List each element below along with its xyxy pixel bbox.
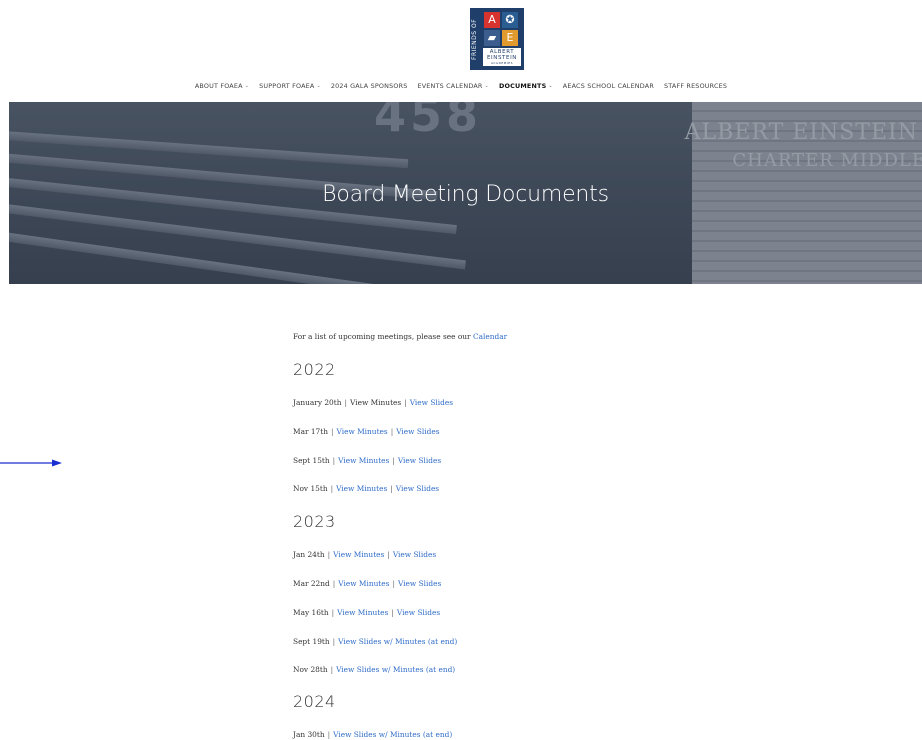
logo-letter-a: A bbox=[484, 12, 500, 28]
nav-label: AEACS SCHOOL CALENDAR bbox=[562, 82, 655, 90]
year-heading-2024: 2024 bbox=[293, 692, 336, 711]
separator: | bbox=[331, 608, 335, 617]
meeting-row: Mar 22nd | View Minutes | View Slides bbox=[293, 579, 441, 588]
separator: | bbox=[332, 579, 336, 588]
meeting-date: Mar 17th bbox=[293, 427, 328, 436]
separator: | bbox=[332, 456, 336, 465]
nav-label: STAFF RESOURCES bbox=[664, 82, 728, 90]
view-slides-link[interactable]: View Slides bbox=[410, 398, 453, 407]
view-slides-link[interactable]: View Slides bbox=[396, 484, 439, 493]
meeting-row: Jan 30th | View Slides w/ Minutes (at end) bbox=[293, 730, 452, 739]
view-minutes-link[interactable]: View Minutes bbox=[337, 608, 388, 617]
view-slides-link[interactable]: View Slides bbox=[393, 550, 436, 559]
main-nav: ABOUT FOAEA ⌄ SUPPORT FOAEA ⌄ 2024 GALA SP… bbox=[0, 80, 922, 92]
logo-book-icon: ▰ bbox=[484, 30, 500, 46]
nav-label: EVENTS CALENDAR bbox=[417, 82, 483, 90]
meeting-row: Nov 15th | View Minutes | View Slides bbox=[293, 484, 439, 493]
meeting-row: Sept 19th | View Slides w/ Minutes (at end… bbox=[293, 637, 457, 646]
separator: | bbox=[344, 398, 348, 407]
meeting-row: May 16th | View Minutes | View Slides bbox=[293, 608, 440, 617]
arrow-right-icon bbox=[0, 459, 62, 467]
view-slides-link[interactable]: View Slides bbox=[397, 608, 440, 617]
nav-item-staff-resources[interactable]: STAFF RESOURCES bbox=[659, 80, 732, 92]
meeting-row: Nov 28th | View Slides w/ Minutes (at end) bbox=[293, 665, 455, 674]
meeting-date: Jan 24th bbox=[293, 550, 325, 559]
separator: | bbox=[332, 637, 336, 646]
meeting-date: Mar 22nd bbox=[293, 579, 330, 588]
view-slides-link[interactable]: View Slides bbox=[398, 456, 441, 465]
view-slides-with-minutes-link[interactable]: View Slides w/ Minutes (at end) bbox=[338, 637, 457, 646]
view-slides-with-minutes-link[interactable]: View Slides w/ Minutes (at end) bbox=[333, 730, 452, 739]
meeting-date: Nov 28th bbox=[293, 665, 328, 674]
meeting-date: Nov 15th bbox=[293, 484, 328, 493]
intro-text: For a list of upcoming meetings, please … bbox=[293, 332, 471, 341]
view-minutes-link[interactable]: View Minutes bbox=[333, 550, 384, 559]
logo-letter-e: E bbox=[502, 30, 518, 46]
logo-name: ALBERT EINSTEIN ACADEMIES bbox=[483, 48, 521, 66]
view-minutes-link[interactable]: View Minutes bbox=[338, 579, 389, 588]
logo-side-text: FRIENDS OF bbox=[471, 18, 478, 60]
nav-item-support[interactable]: SUPPORT FOAEA ⌄ bbox=[254, 80, 326, 92]
logo-line-3: ACADEMIES bbox=[490, 61, 514, 65]
view-minutes-link[interactable]: View Minutes bbox=[337, 427, 388, 436]
logo-atom-icon: ✪ bbox=[502, 12, 518, 28]
meeting-date: January 20th bbox=[293, 398, 342, 407]
chevron-down-icon: ⌄ bbox=[484, 83, 489, 89]
separator: | bbox=[391, 608, 394, 617]
meeting-date: Jan 30th bbox=[293, 730, 325, 739]
meeting-row: January 20th | View Minutes | View Slides bbox=[293, 398, 453, 407]
intro-paragraph: For a list of upcoming meetings, please … bbox=[293, 332, 507, 341]
separator: | bbox=[327, 730, 331, 739]
view-slides-link[interactable]: View Slides bbox=[396, 427, 439, 436]
nav-item-school-calendar[interactable]: AEACS SCHOOL CALENDAR bbox=[558, 80, 659, 92]
separator: | bbox=[390, 484, 393, 493]
meeting-row: Jan 24th | View Minutes | View Slides bbox=[293, 550, 436, 559]
view-slides-with-minutes-link[interactable]: View Slides w/ Minutes (at end) bbox=[336, 665, 455, 674]
separator: | bbox=[331, 427, 334, 436]
site-logo[interactable]: FRIENDS OF A ✪ ▰ E ALBERT EINSTEIN ACADE… bbox=[470, 8, 524, 70]
nav-item-gala-sponsors[interactable]: 2024 GALA SPONSORS bbox=[326, 80, 413, 92]
separator: | bbox=[387, 550, 390, 559]
nav-label: ABOUT FOAEA bbox=[194, 82, 243, 90]
meeting-row: Mar 17th | View Minutes | View Slides bbox=[293, 427, 440, 436]
chevron-down-icon: ⌄ bbox=[548, 83, 553, 89]
nav-label: 2024 GALA SPONSORS bbox=[330, 82, 408, 90]
separator: | bbox=[390, 427, 394, 436]
separator: | bbox=[330, 484, 334, 493]
chevron-down-icon: ⌄ bbox=[244, 83, 250, 89]
nav-item-about[interactable]: ABOUT FOAEA ⌄ bbox=[190, 80, 254, 92]
nav-label: DOCUMENTS bbox=[498, 82, 547, 90]
hero-banner: ALBERT EINSTEIN CHARTER MIDDLE 458 Board… bbox=[9, 102, 922, 284]
view-minutes-link[interactable]: View Minutes bbox=[338, 456, 389, 465]
minutes-text: View Minutes bbox=[350, 398, 402, 407]
meeting-row: Sept 15th | View Minutes | View Slides bbox=[293, 456, 441, 465]
meeting-date: May 16th bbox=[293, 608, 329, 617]
page-title: Board Meeting Documents bbox=[322, 182, 609, 207]
separator: | bbox=[392, 456, 395, 465]
year-heading-2022: 2022 bbox=[293, 360, 336, 379]
separator: | bbox=[330, 665, 334, 674]
view-minutes-link[interactable]: View Minutes bbox=[336, 484, 387, 493]
nav-label: SUPPORT FOAEA bbox=[259, 82, 315, 90]
separator: | bbox=[327, 550, 331, 559]
meeting-date: Sept 15th bbox=[293, 456, 330, 465]
separator: | bbox=[404, 398, 407, 407]
separator: | bbox=[392, 579, 395, 588]
meeting-date: Sept 19th bbox=[293, 637, 330, 646]
year-heading-2023: 2023 bbox=[293, 512, 336, 531]
nav-item-documents[interactable]: DOCUMENTS ⌄ bbox=[494, 80, 558, 92]
calendar-link[interactable]: Calendar bbox=[473, 332, 507, 341]
chevron-down-icon: ⌄ bbox=[316, 83, 321, 89]
nav-item-events-calendar[interactable]: EVENTS CALENDAR ⌄ bbox=[412, 80, 493, 92]
view-slides-link[interactable]: View Slides bbox=[398, 579, 441, 588]
